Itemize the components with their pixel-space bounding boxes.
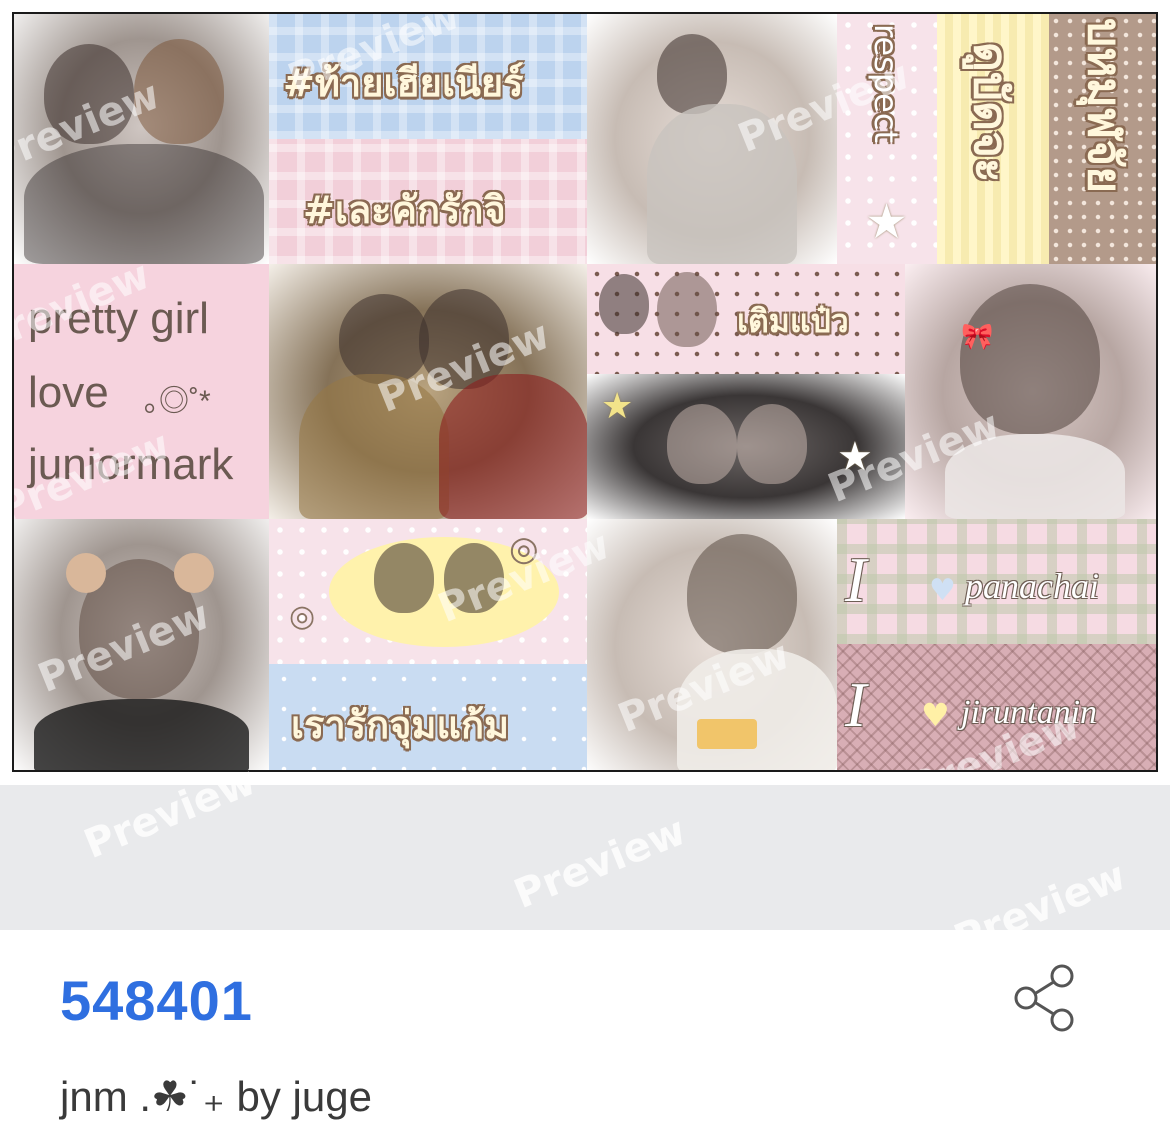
panachai-text: panachai [965,566,1099,606]
star-icon: ★ [601,386,634,427]
photo-boy-dog-filter [14,519,269,770]
preview-area: #ท้ายเฮียเนียร์ #เละคักรักจิ respect ★ ด… [0,0,1170,963]
share-icon [1014,964,1074,1032]
bow-icon: 🎀 [961,322,994,352]
star-icon: ★ [865,194,909,250]
hashtag-sticker-1: #ท้ายเฮียเนียร์ [269,14,587,139]
hashtag-text-2: #เละคักรักจิ [303,188,506,232]
jiruntanin-sticker: I ♥ jiruntanin [837,644,1156,770]
vertical-text-1: ดูบัดจะ [964,42,1018,183]
dog-ear-left [66,553,106,593]
swirl-icon: ◎ [509,530,539,568]
hashtag-text-1: #ท้ายเฮียเนียร์ [283,61,524,105]
dog-ear-right [174,553,214,593]
love-text: love [28,368,109,417]
i-letter: I [845,669,867,740]
juniormark-text: juniormark [28,440,234,489]
item-caption: jnm .☘˙₊ by juge [60,1073,372,1120]
photo-oval-sticker: ◎ ◎ [269,519,587,664]
panachai-sticker: I ♥ panachai [837,519,1156,644]
pretty-girl-sticker: pretty girl love ｡◎˚* juniormark [14,264,269,519]
preview-bottom-band [0,785,1170,930]
photo-two-boys-concert: ★ ★ [587,374,905,519]
hashtag-sticker-2: #เละคักรักจิ [269,139,587,264]
vertical-sticker-2: บหมุฬจัย [1049,14,1156,264]
pretty-girl-text: pretty girl [28,294,209,343]
photo-two-boys-hug [269,264,587,519]
heart-icon: ♥ [921,696,950,734]
sticker-sheet-preview[interactable]: #ท้ายเฮียเนียร์ #เละคักรักจิ respect ★ ด… [12,12,1158,772]
rao-rak-text: เรารักจุ่มแก้ม [291,703,510,747]
swirl-icon: ◎ [289,600,316,633]
respect-sticker: respect ★ [837,14,937,264]
rao-rak-sticker: เรารักจุ่มแก้ม [269,664,587,770]
swirl-icon: ｡◎˚* [144,385,211,418]
toem-paew-sticker: เติมแป๋ว [587,264,905,374]
vertical-text-2: บหมุฬจัย [1078,18,1132,194]
toem-paew-text: เติมแป๋ว [737,302,849,340]
respect-text: respect [867,24,905,143]
photo-boy-with-cake [587,519,837,770]
star-icon: ★ [837,434,873,480]
heart-icon: ♥ [929,573,956,608]
photo-boy-with-bow: 🎀 [905,264,1156,519]
photo-boy-in-sweater [587,14,837,264]
jiruntanin-text: jiruntanin [961,694,1098,731]
vertical-sticker-1: ดูบัดจะ [937,14,1049,264]
share-button[interactable] [1008,964,1080,1032]
photo-two-boys-selfie [14,14,269,264]
i-letter: I [845,544,867,615]
cake-slice [697,719,757,749]
item-code: 548401 [60,969,253,1032]
